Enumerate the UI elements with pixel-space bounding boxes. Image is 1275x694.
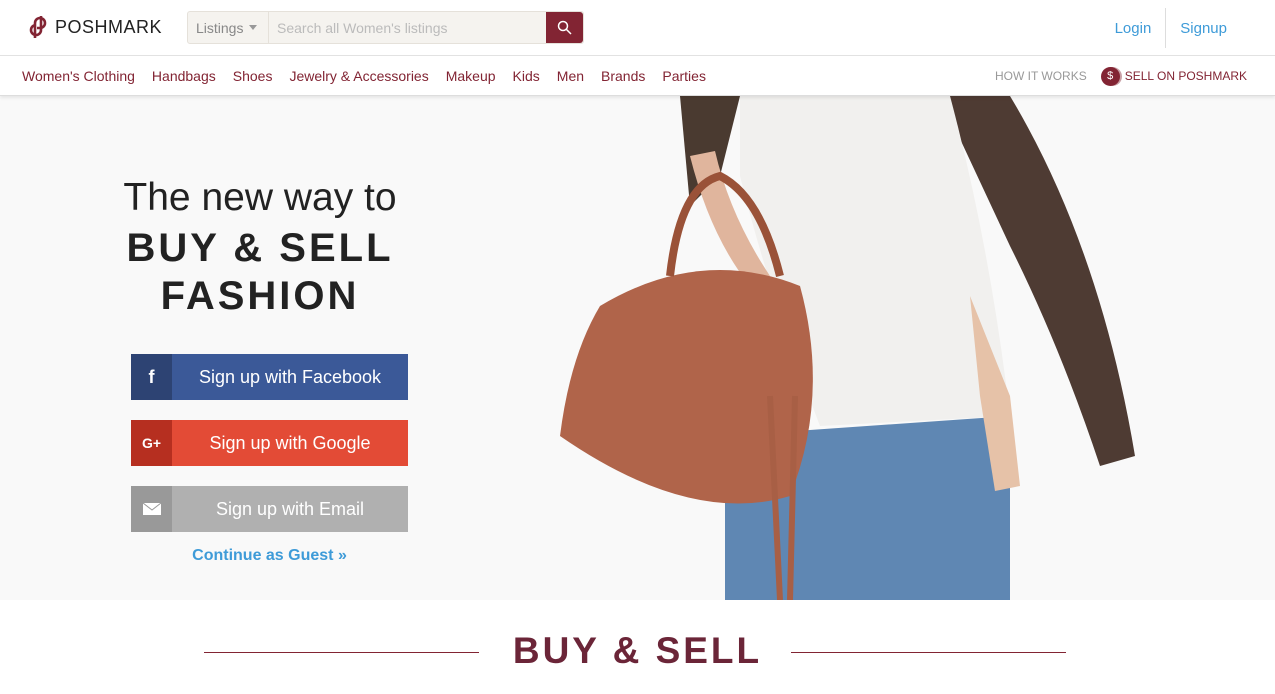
- nav-men[interactable]: Men: [557, 68, 584, 84]
- nav-womens-clothing[interactable]: Women's Clothing: [22, 68, 135, 84]
- google-signup-button[interactable]: G+ Sign up with Google: [131, 420, 408, 466]
- facebook-signup-button[interactable]: f Sign up with Facebook: [131, 354, 408, 400]
- category-nav: Women's Clothing Handbags Shoes Jewelry …: [0, 56, 1275, 96]
- guest-link[interactable]: Continue as Guest »: [131, 547, 408, 565]
- nav-handbags[interactable]: Handbags: [152, 68, 216, 84]
- top-bar: POSHMARK Listings Login Signup: [0, 0, 1275, 56]
- category-select[interactable]: Listings: [188, 12, 269, 43]
- headline-line-1: BUY & SELL: [126, 226, 394, 270]
- facebook-label: Sign up with Facebook: [198, 366, 382, 387]
- logo[interactable]: POSHMARK: [27, 14, 162, 40]
- sell-link[interactable]: SELL ON POSHMARK: [1125, 69, 1247, 83]
- category-label: Listings: [196, 19, 244, 36]
- search-button[interactable]: [546, 12, 583, 43]
- nav-parties[interactable]: Parties: [662, 68, 706, 84]
- how-it-works-link[interactable]: HOW IT WORKS: [995, 69, 1087, 83]
- google-label: Sign up with Google: [209, 432, 371, 453]
- nav-brands[interactable]: Brands: [601, 68, 645, 84]
- email-signup-button[interactable]: Sign up with Email: [131, 486, 408, 532]
- section-title: BUY & SELL: [512, 630, 763, 671]
- poshmark-logo-icon: [29, 16, 47, 38]
- hero-headline: BUY & SELL FASHION: [0, 224, 520, 320]
- hero-tagline: The new way to: [123, 176, 397, 219]
- facebook-icon: f: [131, 354, 172, 400]
- signup-link[interactable]: Signup: [1166, 20, 1241, 37]
- nav-shoes[interactable]: Shoes: [233, 68, 273, 84]
- google-plus-icon: G+: [131, 420, 172, 466]
- search-input[interactable]: [269, 12, 546, 43]
- chevron-down-icon: [249, 25, 258, 30]
- nav-makeup[interactable]: Makeup: [446, 68, 496, 84]
- hero: The new way to BUY & SELL FASHION f Sign u…: [0, 96, 1275, 600]
- login-link[interactable]: Login: [1101, 20, 1166, 37]
- section-header: BUY & SELL: [0, 600, 1275, 694]
- logo-text: POSHMARK: [55, 16, 163, 37]
- nav-jewelry[interactable]: Jewelry & Accessories: [289, 68, 428, 84]
- hero-photo: [560, 96, 1135, 600]
- envelope-icon: [131, 486, 172, 532]
- search-bar: Listings: [187, 11, 584, 44]
- search-icon: [557, 20, 572, 35]
- email-label: Sign up with Email: [215, 498, 365, 519]
- dollar-coin-icon: $: [1100, 66, 1120, 86]
- divider-right: [791, 652, 1066, 653]
- headline-line-2: FASHION: [160, 274, 360, 318]
- nav-kids[interactable]: Kids: [513, 68, 540, 84]
